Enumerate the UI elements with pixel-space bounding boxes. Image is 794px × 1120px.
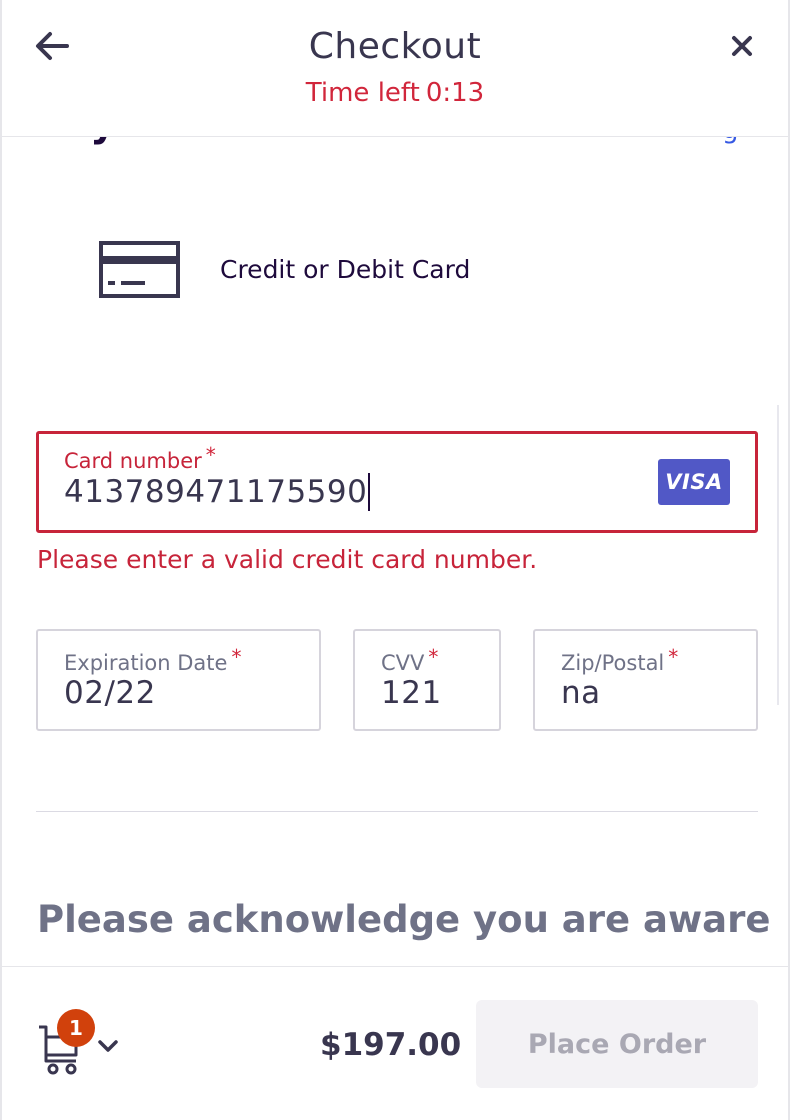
card-number-value: 413789471175590 — [64, 474, 368, 510]
cvv-value[interactable]: 121 — [381, 675, 442, 711]
close-icon — [732, 36, 752, 56]
zip-label-text: Zip/Postal — [561, 651, 665, 675]
chevron-down-icon — [98, 1040, 118, 1052]
place-order-button[interactable]: Place Order — [476, 1000, 758, 1088]
card-option-label[interactable]: Credit or Debit Card — [220, 255, 470, 284]
checkout-header: Checkout Time left 0:13 — [2, 0, 788, 137]
required-marker: * — [428, 645, 439, 669]
section-divider — [36, 811, 758, 812]
zip-postal-field[interactable]: Zip/Postal * na — [533, 629, 758, 731]
time-left: Time left 0:13 — [2, 78, 788, 108]
zip-value[interactable]: na — [561, 675, 601, 711]
cvv-label: CVV * — [381, 645, 438, 675]
visa-card-icon: VISA — [658, 459, 730, 505]
card-number-input[interactable]: 413789471175590 — [64, 472, 371, 513]
checkout-footer: 1 $197.00 Place Order — [2, 966, 788, 1120]
card-number-error: Please enter a valid credit card number. — [37, 545, 538, 574]
card-number-field[interactable]: Card number * 413789471175590 VISA — [36, 431, 758, 533]
expiration-label: Expiration Date * — [64, 645, 241, 675]
acknowledge-heading: Please acknowledge you are aware — [37, 898, 771, 941]
required-marker: * — [231, 645, 242, 669]
credit-card-icon[interactable] — [98, 240, 182, 302]
card-number-label: Card number * — [64, 443, 216, 473]
cvv-label-text: CVV — [381, 651, 425, 675]
time-left-label: Time left — [305, 78, 420, 108]
zip-label: Zip/Postal * — [561, 645, 678, 675]
expiration-value[interactable]: 02/22 — [64, 675, 156, 711]
order-total: $197.00 — [320, 1027, 462, 1063]
cart-toggle[interactable]: 1 — [34, 1007, 124, 1077]
time-left-value: 0:13 — [425, 78, 485, 108]
scrollbar[interactable] — [777, 405, 779, 705]
expiration-label-text: Expiration Date — [64, 651, 228, 675]
required-marker: * — [668, 645, 679, 669]
checkout-panel: Payment method g Credit or Debit Card Ca… — [0, 0, 790, 1120]
close-button[interactable] — [722, 26, 762, 66]
card-number-label-text: Card number — [64, 449, 202, 473]
cvv-field[interactable]: CVV * 121 — [353, 629, 501, 731]
cart-count-badge: 1 — [57, 1009, 95, 1047]
page-title: Checkout — [308, 26, 482, 67]
text-caret — [368, 472, 371, 511]
required-marker: * — [205, 443, 216, 467]
expiration-date-field[interactable]: Expiration Date * 02/22 — [36, 629, 321, 731]
